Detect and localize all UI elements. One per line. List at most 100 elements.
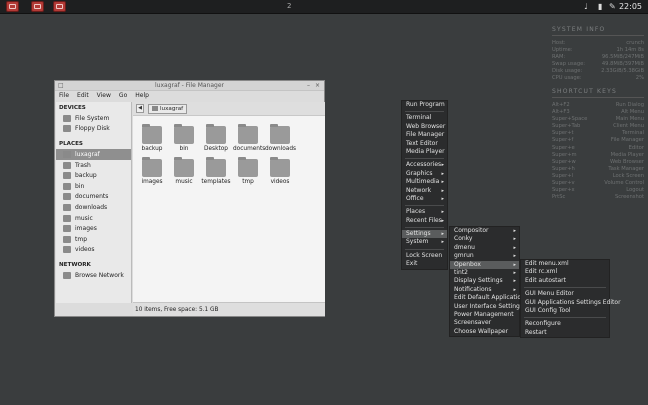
menu-item-file-manager[interactable]: File Manager bbox=[402, 131, 447, 139]
sidebar-item-tmp[interactable]: tmp bbox=[56, 234, 131, 245]
conky-row: Super+v Volume Control bbox=[552, 180, 644, 187]
menu-item-web-browser[interactable]: Web Browser bbox=[402, 123, 447, 131]
settings-submenu: Compositor Conky dmenu gmrun Openbox tin… bbox=[449, 226, 528, 338]
folder-bin[interactable]: bin bbox=[169, 124, 199, 152]
menu-item-media-player[interactable]: Media Player bbox=[402, 148, 447, 156]
minimize-icon[interactable]: – bbox=[307, 81, 310, 91]
menu-item-user-interface-settings[interactable]: User Interface Settings bbox=[450, 303, 523, 311]
folder-music[interactable]: music bbox=[169, 157, 199, 185]
terminal-launcher-icon[interactable] bbox=[6, 1, 19, 12]
menu-item-display-settings[interactable]: Display Settings bbox=[450, 277, 519, 286]
menu-edit[interactable]: Edit bbox=[77, 91, 89, 101]
menu-item-tint2[interactable]: tint2 bbox=[450, 269, 519, 278]
sidebar-item-label: documents bbox=[75, 193, 109, 201]
conky-label: Super+m bbox=[552, 151, 577, 158]
back-arrow-icon[interactable]: ◀ bbox=[136, 104, 144, 113]
conky-value: Main Menu bbox=[615, 116, 644, 123]
folder-desktop[interactable]: Desktop bbox=[201, 124, 231, 152]
window-titlebar[interactable]: □ luxagraf - File Manager – × bbox=[55, 81, 324, 91]
sidebar-item-documents[interactable]: documents bbox=[56, 192, 131, 203]
folder-downloads[interactable]: downloads bbox=[265, 124, 296, 152]
sidebar-item-downloads[interactable]: downloads bbox=[56, 202, 131, 213]
window-menu-icon[interactable]: □ bbox=[58, 81, 64, 91]
sidebar-item-floppy-disk[interactable]: Floppy Disk bbox=[56, 124, 131, 135]
sidebar-item-browse-network[interactable]: Browse Network bbox=[56, 270, 131, 281]
menu-item-exit[interactable]: Exit bbox=[402, 260, 447, 268]
folder-images[interactable]: images bbox=[137, 157, 167, 185]
conky-row: RAM: 96.5MiB/247MiB bbox=[552, 54, 644, 61]
menu-item-run-program[interactable]: Run Program bbox=[402, 101, 447, 109]
menu-item-multimedia[interactable]: Multimedia bbox=[402, 178, 447, 187]
menu-item-system[interactable]: System bbox=[402, 238, 447, 247]
conky-label: Super+e bbox=[552, 144, 575, 151]
sidebar-item-label: bin bbox=[75, 182, 85, 190]
menu-item-dmenu[interactable]: dmenu bbox=[450, 244, 519, 253]
music-folder-icon bbox=[174, 157, 194, 177]
path-button[interactable]: luxagraf bbox=[148, 103, 188, 114]
sidebar-item-label: Browse Network bbox=[75, 271, 124, 279]
sidebar-item-luxagraf[interactable]: luxagraf bbox=[56, 149, 131, 160]
conky-label: Super+v bbox=[552, 180, 575, 187]
top-panel: 2 ♩ ▮ ✎ 22:05 bbox=[0, 0, 648, 14]
root-menu: Run Program Terminal Web Browser File Ma… bbox=[401, 100, 448, 270]
sidebar-item-bin[interactable]: bin bbox=[56, 181, 131, 192]
menu-item-reconfigure[interactable]: Reconfigure bbox=[521, 320, 609, 328]
menu-item-office[interactable]: Office bbox=[402, 195, 447, 204]
menu-item-notifications[interactable]: Notifications bbox=[450, 286, 519, 295]
menu-item-screensaver[interactable]: Screensaver bbox=[450, 319, 519, 327]
sidebar-item-label: Floppy Disk bbox=[75, 125, 110, 133]
menu-item-gmrun[interactable]: gmrun bbox=[450, 252, 519, 261]
conky-row: Super+f File Manager bbox=[552, 137, 644, 144]
sidebar-item-images[interactable]: images bbox=[56, 223, 131, 234]
sidebar-item-videos[interactable]: videos bbox=[56, 245, 131, 256]
network-icon[interactable]: ✎ bbox=[609, 2, 616, 11]
conky-label: Super+f bbox=[552, 137, 574, 144]
menu-item-choose-wallpaper[interactable]: Choose Wallpaper bbox=[450, 328, 519, 336]
menu-help[interactable]: Help bbox=[135, 91, 149, 101]
devices-heading: DEVICES bbox=[59, 105, 86, 111]
menu-item-gui-applications-settings-editor[interactable]: GUI Applications Settings Editor bbox=[521, 299, 621, 307]
menu-item-compositor[interactable]: Compositor bbox=[450, 227, 519, 236]
menu-item-gui-menu-editor[interactable]: GUI Menu Editor bbox=[521, 290, 609, 298]
conky-row: Alt+F3 Alt Menu bbox=[552, 109, 644, 116]
sidebar-item-trash[interactable]: Trash bbox=[56, 160, 131, 171]
menu-item-restart[interactable]: Restart bbox=[521, 329, 609, 337]
folder-videos[interactable]: videos bbox=[265, 157, 295, 185]
menu-item-graphics[interactable]: Graphics bbox=[402, 170, 447, 179]
folder-documents[interactable]: documents bbox=[233, 124, 265, 152]
menu-item-edit-menu-xml[interactable]: Edit menu.xml bbox=[521, 260, 609, 268]
menu-item-openbox[interactable]: Openbox bbox=[450, 260, 519, 269]
menu-item-edit-rc-xml[interactable]: Edit rc.xml bbox=[521, 268, 609, 276]
menu-item-edit-autostart[interactable]: Edit autostart bbox=[521, 277, 609, 285]
conky-label: Super+x bbox=[552, 187, 575, 194]
menu-item-lock-screen[interactable]: Lock Screen bbox=[402, 252, 447, 260]
menu-item-power-management[interactable]: Power Management bbox=[450, 311, 519, 319]
menu-item-recent-files[interactable]: Recent Files bbox=[402, 217, 447, 226]
folder-tmp[interactable]: tmp bbox=[233, 157, 263, 185]
workspace-indicator[interactable]: 2 bbox=[287, 2, 291, 10]
folder-templates[interactable]: templates bbox=[201, 157, 231, 185]
volume-icon[interactable]: ♩ bbox=[584, 2, 588, 11]
browser-launcher-icon[interactable] bbox=[31, 1, 44, 12]
menu-item-network[interactable]: Network bbox=[402, 187, 447, 196]
menu-item-edit-default-applications[interactable]: Edit Default Applications bbox=[450, 294, 528, 302]
conky-value: Alt Menu bbox=[621, 109, 644, 116]
menu-file[interactable]: File bbox=[59, 91, 69, 101]
menu-item-places[interactable]: Places bbox=[402, 208, 447, 217]
file-manager-launcher-icon[interactable] bbox=[53, 1, 66, 12]
file-manager-window: □ luxagraf - File Manager – × File Edit … bbox=[54, 80, 325, 317]
menu-item-terminal[interactable]: Terminal bbox=[402, 114, 447, 122]
menu-item-conky[interactable]: Conky bbox=[450, 235, 519, 244]
menu-go[interactable]: Go bbox=[119, 91, 127, 101]
close-icon[interactable]: × bbox=[315, 81, 320, 91]
sidebar-item-backup[interactable]: backup bbox=[56, 170, 131, 181]
sidebar-item-music[interactable]: music bbox=[56, 213, 131, 224]
menu-item-gui-config-tool[interactable]: GUI Config Tool bbox=[521, 307, 609, 315]
menu-item-text-editor[interactable]: Text Editor bbox=[402, 140, 447, 148]
sidebar-item-file-system[interactable]: File System bbox=[56, 113, 131, 124]
menu-view[interactable]: View bbox=[97, 91, 111, 101]
folder-backup[interactable]: backup bbox=[137, 124, 167, 152]
menu-item-settings[interactable]: Settings bbox=[402, 230, 447, 239]
battery-icon[interactable]: ▮ bbox=[598, 2, 602, 11]
menu-item-accessories[interactable]: Accessories bbox=[402, 161, 447, 170]
